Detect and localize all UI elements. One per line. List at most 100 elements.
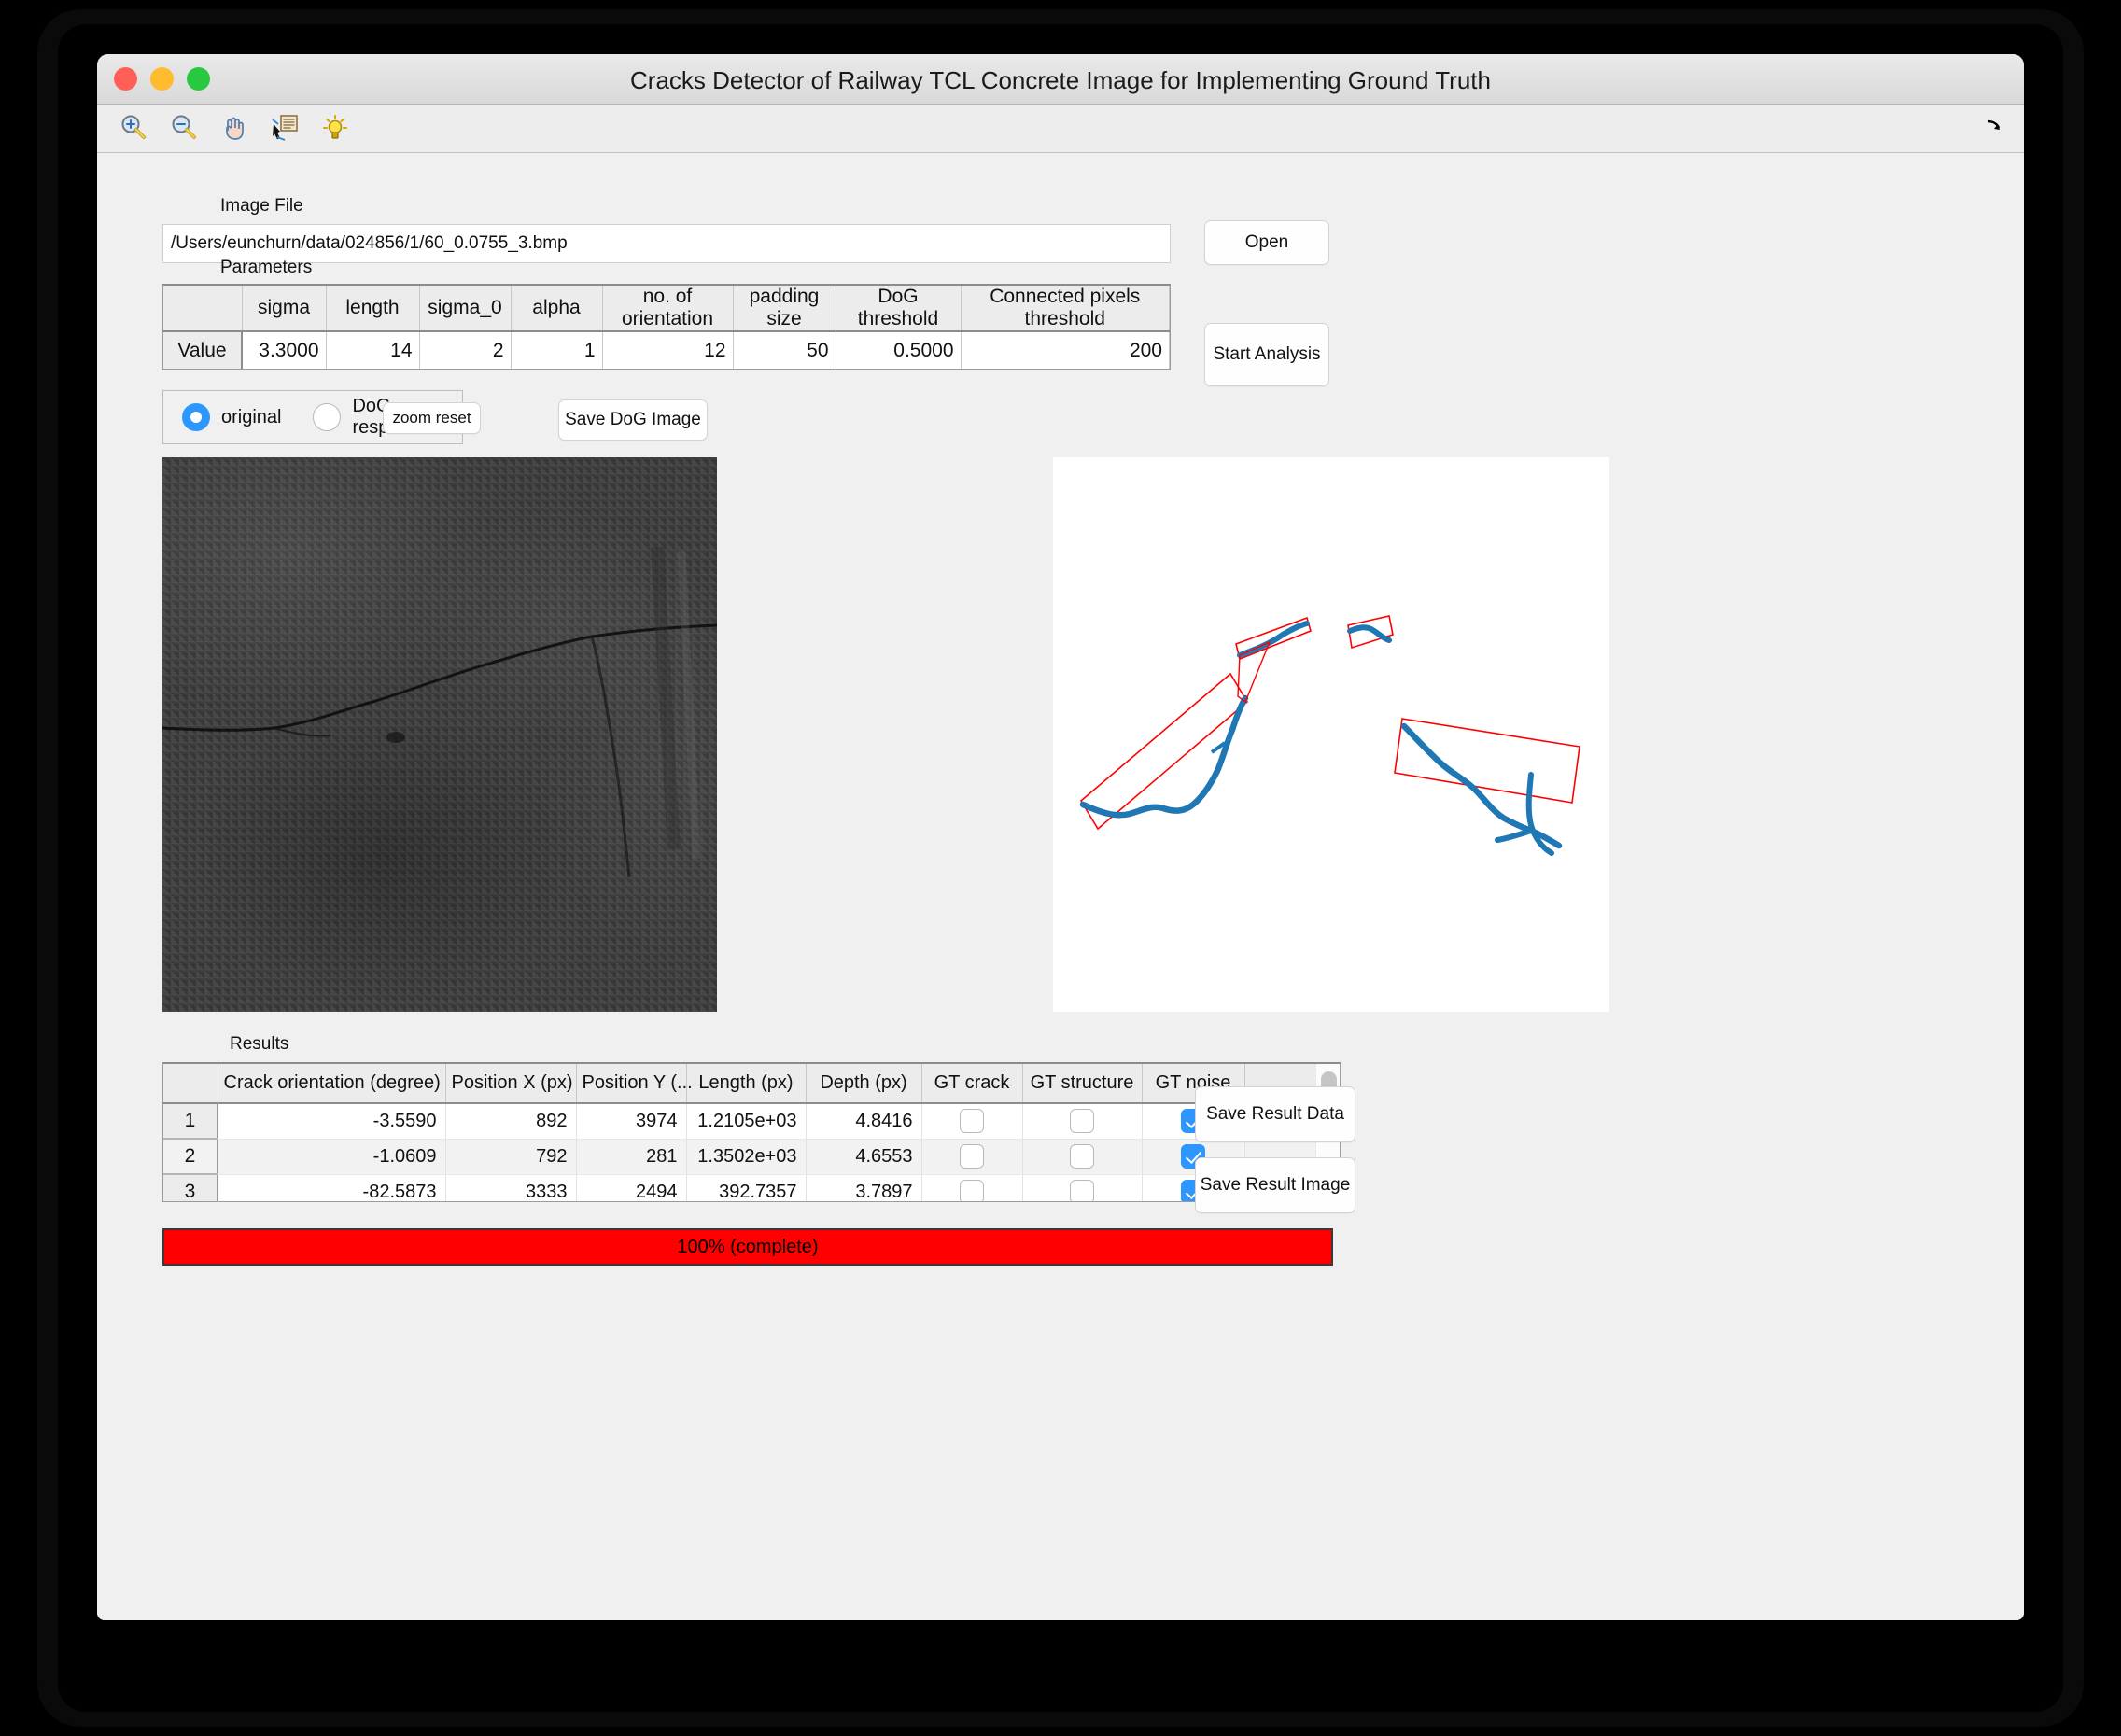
- original-image-panel[interactable]: [162, 457, 717, 1012]
- radio-original-label: original: [221, 407, 281, 428]
- cell-depth[interactable]: 3.7897: [806, 1174, 921, 1202]
- crack-trace-5: [1404, 726, 1559, 846]
- cell-orientation[interactable]: -3.5590: [218, 1103, 445, 1139]
- crack-trace-4: [1350, 627, 1389, 640]
- radio-original[interactable]: [182, 403, 210, 431]
- gt-crack-checkbox[interactable]: [960, 1109, 984, 1133]
- results-header-row: Crack orientation (degree) Position X (p…: [163, 1064, 1317, 1103]
- cell-orientation[interactable]: -1.0609: [218, 1139, 445, 1174]
- gt-crack-checkbox[interactable]: [960, 1180, 984, 1202]
- param-col-sigma0: sigma_0: [419, 286, 511, 331]
- table-row[interactable]: 1 -3.5590 892 3974 1.2105e+03 4.8416: [163, 1103, 1317, 1139]
- zoom-in-icon[interactable]: [112, 106, 155, 149]
- lightbulb-icon[interactable]: [314, 106, 357, 149]
- parameters-value-row: Value 3.3000 14 2 1 12 50 0.5000 200: [163, 331, 1170, 369]
- display-options-panel: original DoG response zoom reset: [162, 390, 463, 444]
- data-cursor-icon[interactable]: [263, 106, 306, 149]
- progress-label: 100% (complete): [677, 1237, 818, 1258]
- results-col-length: Length (px): [686, 1064, 806, 1103]
- gt-structure-checkbox[interactable]: [1070, 1109, 1094, 1133]
- crack-overlay-original: [162, 457, 717, 1012]
- results-col-gtstructure: GT structure: [1022, 1064, 1142, 1103]
- screen: Cracks Detector of Railway TCL Concrete …: [0, 0, 2121, 1736]
- radio-dog-response[interactable]: [313, 403, 341, 431]
- cell-depth[interactable]: 4.8416: [806, 1103, 921, 1139]
- row-index: 2: [163, 1139, 218, 1174]
- parameters-label: Parameters: [220, 258, 312, 278]
- param-value-padding[interactable]: 50: [733, 331, 836, 369]
- window-title: Cracks Detector of Railway TCL Concrete …: [97, 66, 2024, 95]
- param-value-sigma0[interactable]: 2: [419, 331, 511, 369]
- row-index: 1: [163, 1103, 218, 1139]
- cell-gtstructure: [1022, 1139, 1142, 1174]
- cell-gtcrack: [921, 1139, 1022, 1174]
- results-body: 1 -3.5590 892 3974 1.2105e+03 4.8416: [163, 1103, 1317, 1202]
- results-corner-cell: [163, 1064, 218, 1103]
- progress-bar: 100% (complete): [162, 1228, 1333, 1266]
- results-col-gtcrack: GT crack: [921, 1064, 1022, 1103]
- table-row[interactable]: 3 -82.5873 3333 2494 392.7357 3.7897: [163, 1174, 1317, 1202]
- cell-posx[interactable]: 3333: [445, 1174, 576, 1202]
- gt-structure-checkbox[interactable]: [1070, 1144, 1094, 1169]
- cell-posx[interactable]: 892: [445, 1103, 576, 1139]
- cell-length[interactable]: 392.7357: [686, 1174, 806, 1202]
- zoom-out-icon[interactable]: [162, 106, 205, 149]
- bbox-crack-5: [1395, 719, 1580, 803]
- save-dog-image-button[interactable]: Save DoG Image: [558, 399, 708, 441]
- param-col-dogthresh: DoG threshold: [836, 286, 961, 331]
- cell-posy[interactable]: 2494: [576, 1174, 686, 1202]
- cell-depth[interactable]: 4.6553: [806, 1139, 921, 1174]
- param-col-padding: padding size: [733, 286, 836, 331]
- gt-structure-checkbox[interactable]: [1070, 1180, 1094, 1202]
- save-result-image-button[interactable]: Save Result Image: [1195, 1157, 1355, 1213]
- result-plot-panel[interactable]: [1053, 457, 1609, 1012]
- table-row[interactable]: 2 -1.0609 792 281 1.3502e+03 4.6553: [163, 1139, 1317, 1174]
- cell-orientation[interactable]: -82.5873: [218, 1174, 445, 1202]
- concrete-image: [162, 457, 717, 1012]
- save-result-data-button[interactable]: Save Result Data: [1195, 1086, 1355, 1142]
- cell-gtcrack: [921, 1103, 1022, 1139]
- param-value-sigma[interactable]: 3.3000: [242, 331, 326, 369]
- results-table: Crack orientation (degree) Position X (p…: [162, 1062, 1341, 1202]
- toolbar: [97, 105, 2024, 153]
- param-value-connpix[interactable]: 200: [961, 331, 1170, 369]
- results-label: Results: [230, 1034, 288, 1055]
- crack-trace-1: [1083, 698, 1245, 815]
- parameters-row-header: Value: [163, 331, 242, 369]
- cell-length[interactable]: 1.2105e+03: [686, 1103, 806, 1139]
- param-col-orient: no. of orientation: [602, 286, 733, 331]
- open-button[interactable]: Open: [1204, 220, 1329, 265]
- param-col-length: length: [326, 286, 419, 331]
- row-index: 3: [163, 1174, 218, 1202]
- crack-branch-5b: [1497, 831, 1531, 840]
- param-value-length[interactable]: 14: [326, 331, 419, 369]
- zoom-reset-button[interactable]: zoom reset: [383, 402, 481, 434]
- parameters-corner-cell: [163, 286, 242, 331]
- crack-detection-plot: [1053, 457, 1609, 1012]
- client-area: Image File /Users/eunchurn/data/024856/1…: [97, 153, 2024, 1620]
- parameters-header-row: sigma length sigma_0 alpha no. of orient…: [163, 286, 1170, 331]
- app-window: Cracks Detector of Railway TCL Concrete …: [97, 54, 2024, 1620]
- results-col-posy: Position Y (...: [576, 1064, 686, 1103]
- image-file-input[interactable]: /Users/eunchurn/data/024856/1/60_0.0755_…: [162, 224, 1171, 263]
- start-analysis-button[interactable]: Start Analysis: [1204, 323, 1329, 386]
- parameters-table: sigma length sigma_0 alpha no. of orient…: [162, 284, 1171, 370]
- title-bar: Cracks Detector of Railway TCL Concrete …: [97, 54, 2024, 105]
- gt-crack-checkbox[interactable]: [960, 1144, 984, 1169]
- cell-gtstructure: [1022, 1174, 1142, 1202]
- param-value-orient[interactable]: 12: [602, 331, 733, 369]
- cell-length[interactable]: 1.3502e+03: [686, 1139, 806, 1174]
- cell-posy[interactable]: 281: [576, 1139, 686, 1174]
- param-value-alpha[interactable]: 1: [511, 331, 602, 369]
- param-value-dogthresh[interactable]: 0.5000: [836, 331, 961, 369]
- results-col-depth: Depth (px): [806, 1064, 921, 1103]
- results-col-posx: Position X (px): [445, 1064, 576, 1103]
- cell-posx[interactable]: 792: [445, 1139, 576, 1174]
- toolbar-overflow-arrow-icon[interactable]: [1983, 116, 2005, 138]
- pan-hand-icon[interactable]: [213, 106, 256, 149]
- cell-gtcrack: [921, 1174, 1022, 1202]
- cell-gtstructure: [1022, 1103, 1142, 1139]
- cell-posy[interactable]: 3974: [576, 1103, 686, 1139]
- param-col-sigma: sigma: [242, 286, 326, 331]
- param-col-alpha: alpha: [511, 286, 602, 331]
